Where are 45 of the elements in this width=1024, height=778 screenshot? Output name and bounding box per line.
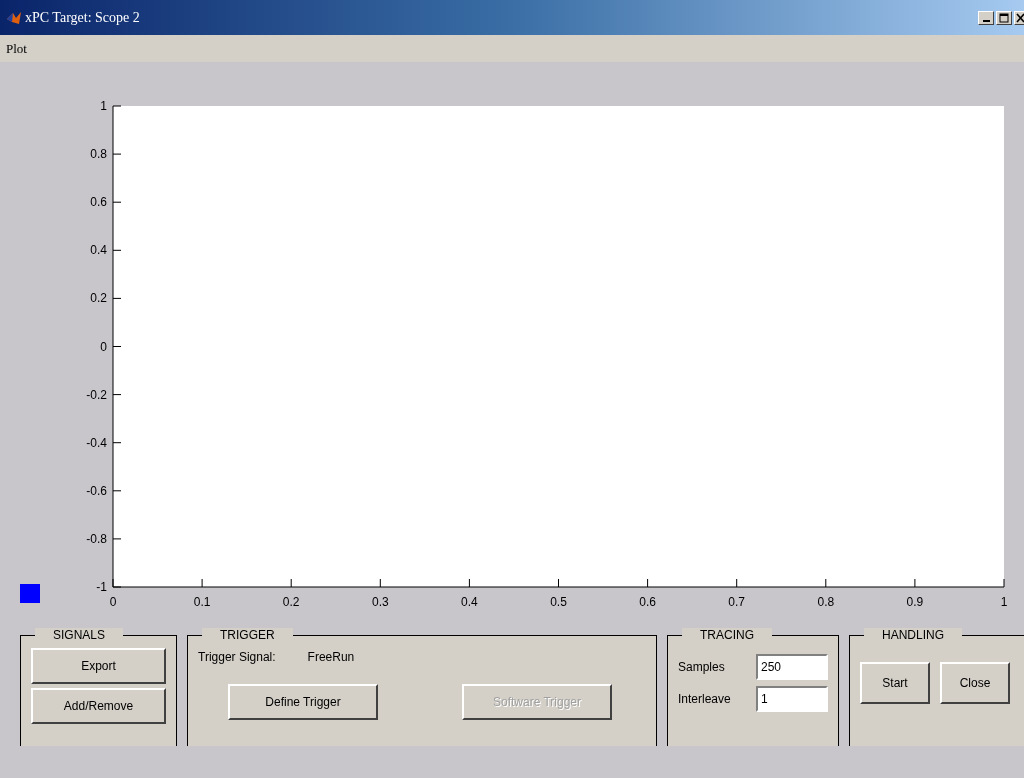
field-label: Interleave	[678, 692, 731, 706]
x-tick-label: 0.5	[550, 595, 567, 609]
x-tick-label: 0.7	[728, 595, 746, 609]
x-tick-label: 0.8	[817, 595, 835, 609]
panel-title: TRIGGER	[202, 628, 293, 642]
x-tick-label: 0.4	[461, 595, 478, 609]
y-tick-label: -0.8	[86, 531, 107, 546]
y-tick-label: -0.6	[86, 483, 107, 498]
action-button[interactable]: Export	[31, 648, 166, 684]
window-title: xPC Target: Scope 2	[25, 9, 140, 26]
close-icon	[1015, 12, 1024, 23]
x-tick-label: 0.9	[906, 595, 924, 609]
y-tick-label: 1	[100, 99, 107, 113]
y-tick-label: 0.6	[90, 195, 107, 210]
action-button[interactable]: Add/Remove	[31, 688, 166, 724]
menu-item[interactable]: Plot	[6, 40, 27, 57]
y-tick-label: 0.8	[90, 147, 107, 162]
action-button[interactable]: Start	[860, 662, 930, 704]
x-tick-label: 0	[109, 595, 117, 609]
trigger-signal-label: Trigger Signal:	[198, 650, 276, 664]
y-tick-label: -0.2	[86, 387, 107, 402]
panel-title: TRACING	[682, 628, 772, 642]
y-tick-label: 0.2	[90, 291, 107, 306]
y-tick-label: 0	[100, 339, 107, 354]
action-button[interactable]: Close	[940, 662, 1010, 704]
input-field[interactable]: 1	[756, 686, 828, 712]
y-tick-label: -1	[96, 580, 107, 594]
panel-title: HANDLING	[864, 628, 962, 642]
trigger-button[interactable]: Define Trigger	[228, 684, 378, 720]
x-tick-label: 1	[1000, 595, 1008, 609]
input-field[interactable]: 250	[756, 654, 828, 680]
y-tick-label: -0.4	[86, 435, 107, 450]
y-tick-label: 0.4	[90, 243, 107, 258]
close-button[interactable]	[1014, 10, 1024, 25]
field-label: Samples	[678, 660, 725, 674]
maximize-icon	[999, 12, 1009, 23]
x-tick-label: 0.3	[371, 595, 389, 609]
minimize-icon	[982, 19, 990, 22]
x-tick-label: 0.6	[639, 595, 656, 609]
x-tick-label: 0.1	[193, 595, 211, 609]
minimize-button[interactable]	[978, 10, 994, 25]
x-tick-label: 0.2	[282, 595, 300, 609]
panel-title: SIGNALS	[35, 628, 124, 642]
trigger-signal-value: FreeRun	[307, 650, 355, 664]
maximize-button[interactable]	[996, 10, 1012, 25]
